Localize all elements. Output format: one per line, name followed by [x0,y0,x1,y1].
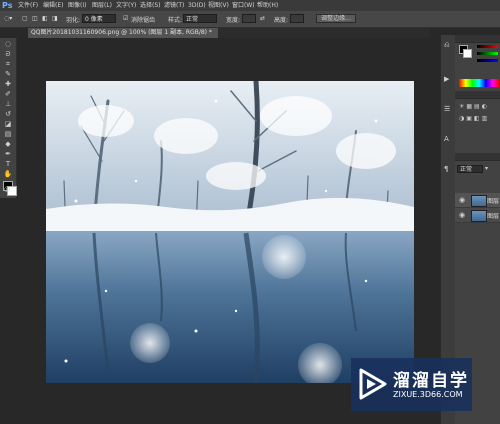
swap-icon[interactable]: ⇄ [260,15,265,22]
menu-view[interactable]: 视图(V) [208,0,229,11]
red-slider[interactable] [477,45,498,48]
hand-tool-icon[interactable]: ✋ [3,170,13,178]
antialias-label: 消除锯齿 [131,17,156,24]
options-bar: ◌▾ ▢ ◫ ◧ ◨ 羽化: 0 像素 ☑ 消除锯齿 样式: 正常 宽度: ⇄ … [0,11,500,28]
eraser-tool-icon[interactable]: ◪ [3,120,13,128]
layer-row-base[interactable]: ◉ 图层 1 [455,208,500,223]
refine-edge-button[interactable]: 调整边缘... [316,14,356,23]
visibility-eye-icon[interactable]: ◉ [459,211,465,219]
menu-filter[interactable]: 滤镜(T) [164,0,184,11]
quick-mask-icon[interactable]: ◎ [4,185,10,193]
layer-name: 图层 1 副本 [487,198,500,205]
adjustment-icons[interactable]: ☀▦▤◐ [459,103,489,110]
green-slider[interactable] [477,52,498,55]
watermark: 溜溜自学 ZIXUE.3D66.COM [351,358,472,411]
blur-tool-icon[interactable]: ◆ [3,140,13,148]
menu-file[interactable]: 文件(F) [18,0,38,11]
menu-edit[interactable]: 编辑(E) [43,0,63,11]
menu-select[interactable]: 选择(S) [140,0,161,11]
brush-tool-icon[interactable]: ✐ [3,90,13,98]
document-tab[interactable]: QQ图片20181031160906.png @ 100% (图层 1 副本, … [28,28,218,38]
watermark-url: ZIXUE.3D66.COM [393,390,463,399]
lasso-tool-icon[interactable]: ᘐ [3,50,13,58]
adjustments-panel-header [455,91,500,99]
color-spectrum[interactable] [459,79,499,87]
photoshop-logo: Ps [2,1,13,10]
new-selection-icon[interactable]: ▢ [22,15,28,22]
visibility-eye-icon[interactable]: ◉ [459,196,465,204]
layer-row-copy[interactable]: ◉ 图层 1 副本 [455,193,500,208]
menu-help[interactable]: 帮助(H) [257,0,278,11]
add-selection-icon[interactable]: ◫ [32,15,38,22]
blend-mode-select[interactable]: 正常 [457,165,483,173]
layer-name: 图层 1 [487,213,500,220]
menu-image[interactable]: 图像(I) [68,0,86,11]
adjustment-icons-row2[interactable]: ◑▣◧▥ [459,115,489,122]
menu-window[interactable]: 窗口(W) [232,0,255,11]
menu-type[interactable]: 文字(Y) [116,0,136,11]
crop-tool-icon[interactable]: ⌗ [3,60,13,68]
type-tool-icon[interactable]: T [3,160,13,168]
style-label: 样式: [168,17,183,24]
document-image[interactable] [46,81,414,383]
blue-slider[interactable] [477,59,498,62]
opacity-icon[interactable]: ▾ [485,165,488,172]
stamp-tool-icon[interactable]: ⊥ [3,100,13,108]
play-logo-icon [359,368,387,400]
marquee-tool-icon[interactable]: ◌ [3,40,13,48]
feather-label: 羽化: [66,17,81,24]
menu-layer[interactable]: 图层(L) [92,0,112,11]
history-panel-icon[interactable]: ⎌ [444,41,450,50]
healing-tool-icon[interactable]: ✚ [3,80,13,88]
marquee-tool-preset-icon[interactable]: ◌▾ [4,15,12,22]
paragraph-panel-icon[interactable]: ¶ [444,165,448,173]
feather-input[interactable]: 0 像素 [82,14,116,23]
menu-3d[interactable]: 3D(D) [188,0,206,11]
toolbox: ◌ ᘐ ⌗ ✎ ✚ ✐ ⊥ ↺ ◪ ▤ ◆ ✒ T ✋ [0,38,17,198]
color-panel-header [455,35,500,43]
width-input[interactable] [242,14,256,23]
watermark-title: 溜溜自学 [393,371,469,391]
antialias-checkbox[interactable]: ☑ [123,15,128,22]
layer-thumbnail [471,210,487,222]
layer-thumbnail [471,195,487,207]
subtract-selection-icon[interactable]: ◧ [42,15,48,22]
layers-panel-header [455,153,500,161]
height-input[interactable] [290,14,304,23]
eyedropper-tool-icon[interactable]: ✎ [3,70,13,78]
properties-panel-icon[interactable]: ☰ [444,105,450,113]
width-label: 宽度: [226,17,241,24]
winter-lake-photo [46,81,414,383]
height-label: 高度: [274,17,289,24]
history-brush-icon[interactable]: ↺ [3,110,13,118]
gradient-tool-icon[interactable]: ▤ [3,130,13,138]
color-panel-background-swatch[interactable] [463,49,472,58]
intersect-selection-icon[interactable]: ◨ [52,15,58,22]
actions-panel-icon[interactable]: ▶ [444,75,449,83]
style-select[interactable]: 正常 [183,14,217,23]
pen-tool-icon[interactable]: ✒ [3,150,13,158]
character-panel-icon[interactable]: A [444,135,449,143]
